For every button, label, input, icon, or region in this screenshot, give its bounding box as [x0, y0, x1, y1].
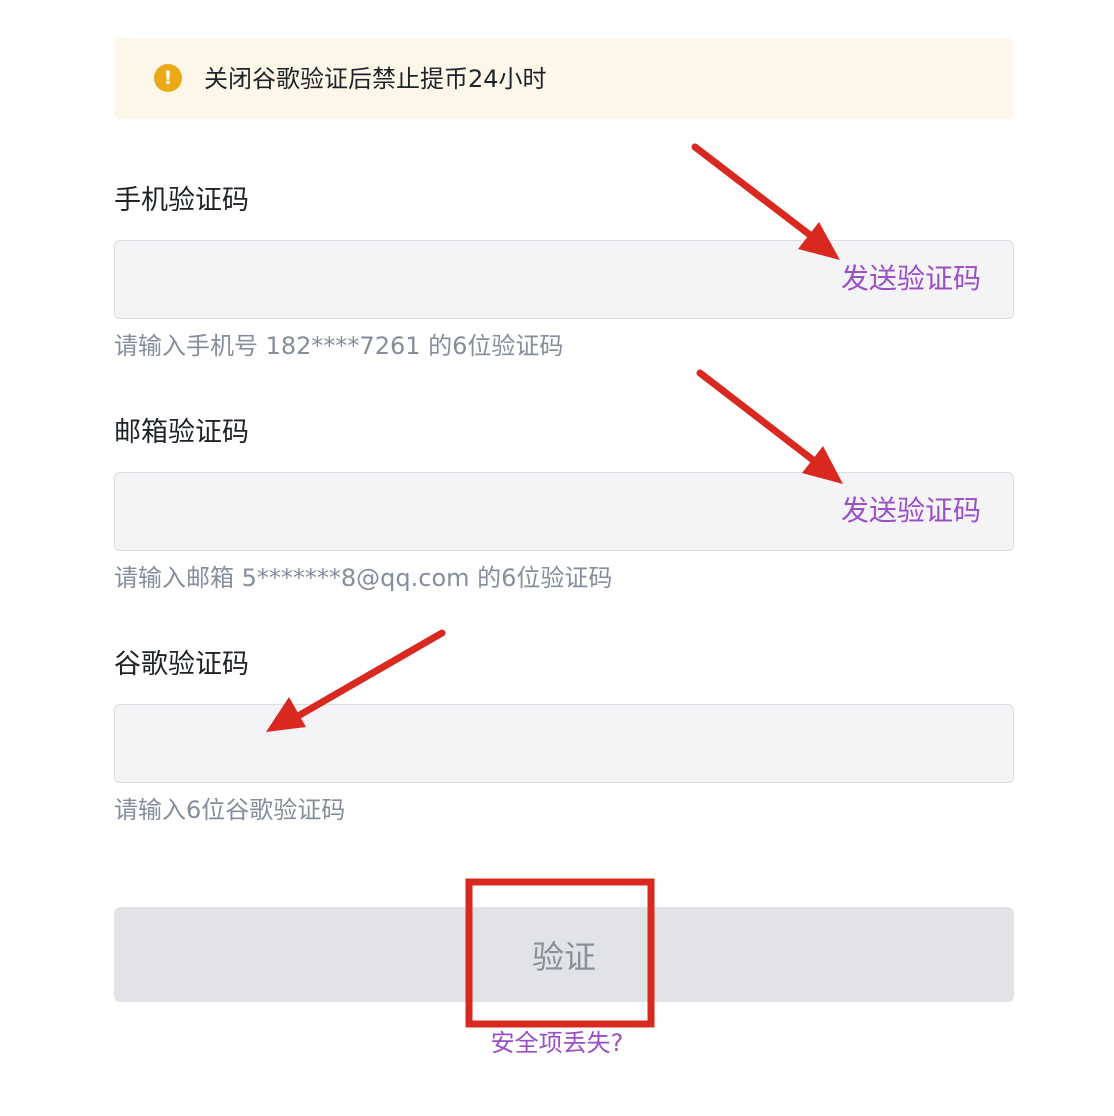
google-code-hint: 请输入6位谷歌验证码	[114, 796, 346, 824]
google-code-box	[114, 704, 1014, 783]
email-code-input[interactable]	[115, 473, 815, 550]
email-code-label: 邮箱验证码	[114, 417, 249, 448]
phone-code-input[interactable]	[115, 241, 815, 318]
warning-text: 关闭谷歌验证后禁止提币24小时	[204, 65, 547, 93]
phone-code-box: 发送验证码	[114, 240, 1014, 319]
warning-banner: ! 关闭谷歌验证后禁止提币24小时	[114, 38, 1014, 119]
google-code-label: 谷歌验证码	[114, 649, 249, 680]
security-lost-link[interactable]: 安全项丢失?	[0, 1028, 1114, 1058]
send-phone-code-button[interactable]: 发送验证码	[841, 261, 981, 297]
email-code-box: 发送验证码	[114, 472, 1014, 551]
exclamation-icon: !	[154, 64, 182, 92]
send-email-code-button[interactable]: 发送验证码	[841, 493, 981, 529]
email-code-hint: 请输入邮箱 5*******8@qq.com 的6位验证码	[114, 564, 613, 592]
arrow-annotation-2	[696, 369, 843, 484]
google-code-input[interactable]	[115, 705, 1013, 782]
phone-code-label: 手机验证码	[114, 185, 249, 216]
verify-button[interactable]: 验证	[114, 907, 1014, 1002]
phone-code-hint: 请输入手机号 182****7261 的6位验证码	[114, 332, 564, 360]
